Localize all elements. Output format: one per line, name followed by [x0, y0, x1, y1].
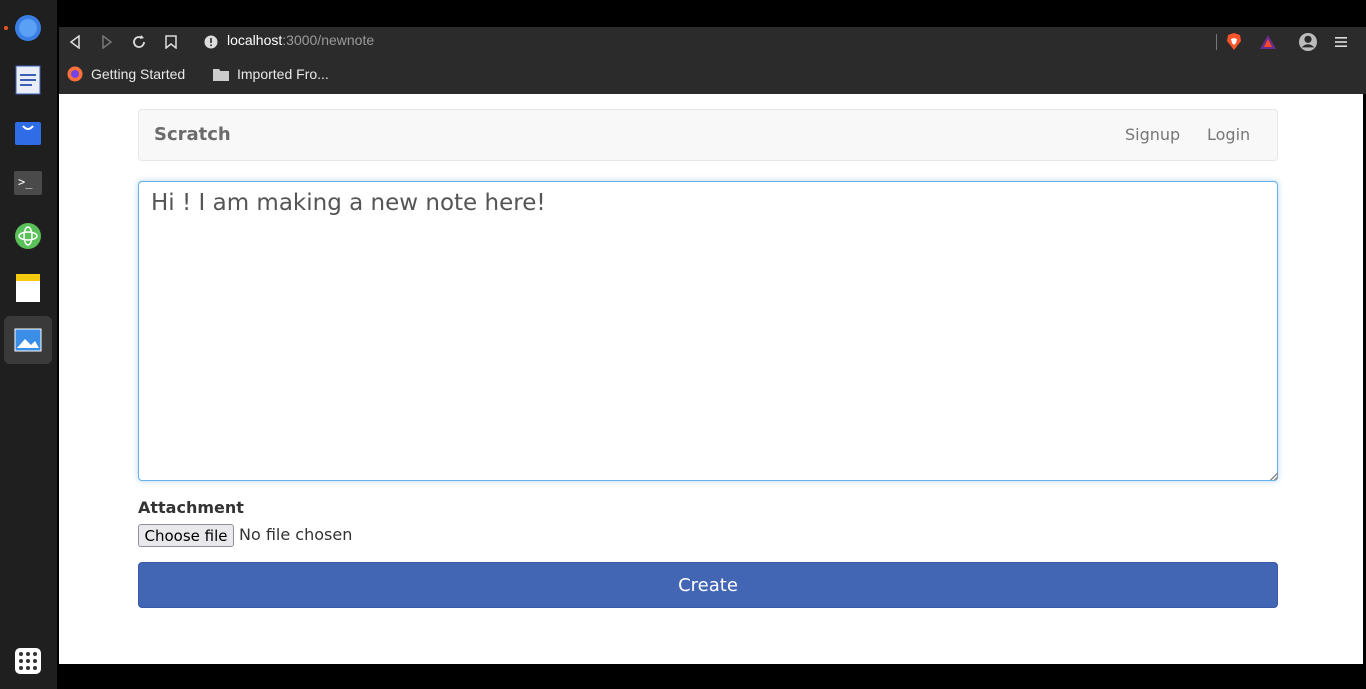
navbar: Scratch Signup Login — [138, 109, 1278, 161]
note-textarea[interactable]: Hi ! I am making a new note here! — [138, 181, 1278, 481]
create-button[interactable]: Create — [138, 562, 1278, 608]
signup-link[interactable]: Signup — [1125, 125, 1180, 144]
browser-icon — [15, 15, 41, 41]
document-icon — [15, 65, 41, 95]
atom-launcher[interactable] — [4, 212, 52, 260]
firefox-icon — [67, 66, 83, 82]
browser-toolbar: localhost:3000/newnote — [59, 27, 1366, 57]
attachment-label: Attachment — [138, 498, 244, 517]
dock: >_ — [0, 0, 57, 689]
file-status: No file chosen — [239, 525, 353, 544]
image-viewer-launcher[interactable] — [4, 316, 52, 364]
store-launcher[interactable] — [4, 108, 52, 156]
terminal-launcher[interactable]: >_ — [4, 159, 52, 207]
url-host: localhost — [227, 32, 283, 48]
url-path: :3000/newnote — [282, 32, 375, 48]
notes-launcher[interactable] — [4, 264, 52, 312]
shopping-bag-icon — [15, 122, 41, 145]
site-info-icon[interactable] — [202, 33, 220, 51]
bookmarks-bar: Getting Started Imported Fro... — [59, 57, 1366, 94]
svg-text:>_: >_ — [18, 175, 33, 189]
brave-shield-icon[interactable] — [1225, 33, 1243, 51]
forward-icon[interactable] — [98, 33, 116, 51]
text-editor-launcher[interactable] — [4, 56, 52, 104]
address-bar[interactable]: localhost:3000/newnote — [227, 32, 374, 48]
choose-file-button[interactable]: Choose file — [138, 524, 234, 547]
menu-icon[interactable] — [1332, 33, 1350, 51]
back-icon[interactable] — [66, 33, 84, 51]
bookmark-label: Imported Fro... — [237, 66, 329, 82]
browser-launcher[interactable] — [4, 4, 52, 52]
brand-link[interactable]: Scratch — [154, 124, 231, 145]
resize-handle-icon[interactable] — [1270, 472, 1278, 480]
bookmark-icon[interactable] — [162, 33, 180, 51]
login-link[interactable]: Login — [1207, 125, 1250, 144]
reload-icon[interactable] — [130, 33, 148, 51]
image-icon — [14, 328, 42, 352]
profile-icon[interactable] — [1299, 33, 1317, 51]
page-content: Scratch Signup Login Hi ! I am making a … — [59, 94, 1363, 664]
toolbar-divider — [1216, 34, 1217, 50]
folder-icon — [213, 68, 229, 81]
bookmark-getting-started[interactable]: Getting Started — [67, 66, 185, 82]
terminal-icon: >_ — [14, 171, 42, 195]
atom-icon — [15, 223, 41, 249]
brave-rewards-icon[interactable] — [1259, 33, 1277, 51]
bookmark-label: Getting Started — [91, 66, 186, 82]
app-grid-button[interactable] — [15, 648, 41, 674]
bookmark-imported[interactable]: Imported Fro... — [213, 66, 329, 82]
notepad-icon — [16, 274, 40, 302]
